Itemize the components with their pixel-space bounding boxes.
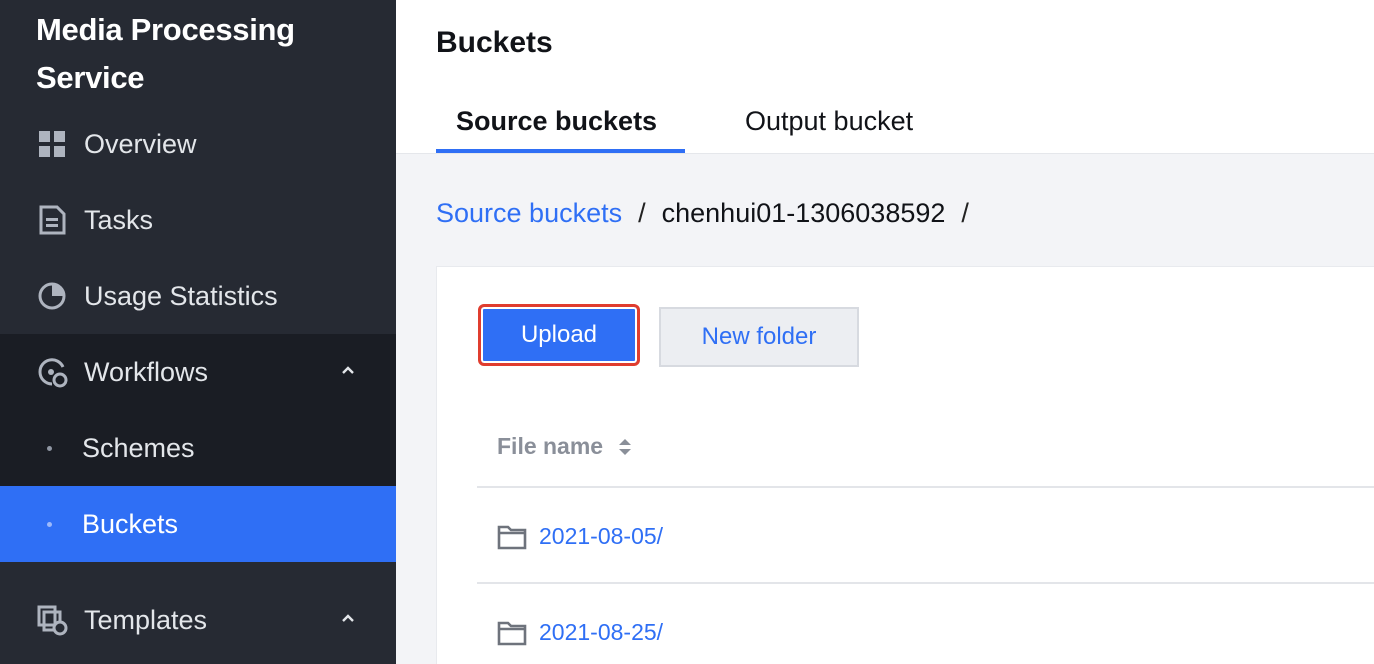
upload-button[interactable]: Upload (478, 304, 640, 366)
sidebar-item-workflows[interactable]: Workflows (0, 334, 396, 410)
bullet-dot (47, 522, 52, 527)
column-header-label: File name (497, 433, 604, 459)
sidebar-item-schemes[interactable]: Schemes (0, 410, 396, 486)
workflow-icon (36, 356, 68, 388)
sidebar-item-templates[interactable]: Templates (0, 582, 396, 658)
breadcrumb-link-source-buckets[interactable]: Source buckets (436, 198, 622, 229)
pie-chart-icon (36, 280, 68, 312)
breadcrumb-current: chenhui01-1306038592 (661, 198, 946, 228)
sidebar-item-label: Tasks (84, 204, 154, 235)
app-title: Media Processing Service (36, 12, 295, 95)
breadcrumb-separator: / (638, 198, 646, 228)
sidebar-item-label: Buckets (82, 508, 179, 539)
document-icon (36, 204, 68, 236)
folder-icon (497, 621, 527, 645)
sort-icon[interactable] (617, 437, 633, 457)
template-icon (36, 604, 68, 636)
file-list-card: Upload New folder File name 2021-08-05/ … (436, 266, 1374, 664)
sidebar-item-usage-statistics[interactable]: Usage Statistics (0, 258, 396, 334)
page-header: Buckets Source buckets Output bucket (396, 0, 1374, 154)
sidebar-item-label: Workflows (84, 356, 209, 387)
grid-icon (36, 128, 68, 160)
sidebar-item-tasks[interactable]: Tasks (0, 182, 396, 258)
folder-icon (497, 525, 527, 549)
breadcrumb: Source buckets / chenhui01-1306038592 / (436, 198, 985, 229)
sidebar: Media Processing Service Overview Tasks (0, 0, 396, 664)
sidebar-item-buckets[interactable]: Buckets (0, 486, 396, 562)
tab-source-buckets[interactable]: Source buckets (456, 106, 657, 137)
tab-output-bucket[interactable]: Output bucket (745, 106, 913, 137)
page-title: Buckets (436, 26, 553, 59)
file-name-link[interactable]: 2021-08-05/ (539, 523, 663, 550)
chevron-up-icon[interactable] (340, 362, 356, 378)
table-divider (477, 582, 1374, 584)
table-row[interactable]: 2021-08-05/ (497, 523, 663, 550)
chevron-up-icon[interactable] (340, 610, 356, 626)
table-row[interactable]: 2021-08-25/ (497, 619, 663, 646)
sidebar-item-label: Templates (84, 604, 208, 635)
sidebar-item-label: Usage Statistics (84, 280, 278, 311)
file-name-link[interactable]: 2021-08-25/ (539, 619, 663, 646)
active-tab-indicator (436, 149, 685, 153)
sidebar-item-label: Overview (84, 128, 197, 159)
bullet-dot (47, 446, 52, 451)
sidebar-item-label: Schemes (82, 432, 195, 463)
column-header-file-name[interactable]: File name (497, 433, 633, 460)
breadcrumb-separator: / (961, 198, 969, 228)
sidebar-item-overview[interactable]: Overview (0, 106, 396, 182)
new-folder-button[interactable]: New folder (659, 307, 859, 367)
table-divider (477, 486, 1374, 488)
